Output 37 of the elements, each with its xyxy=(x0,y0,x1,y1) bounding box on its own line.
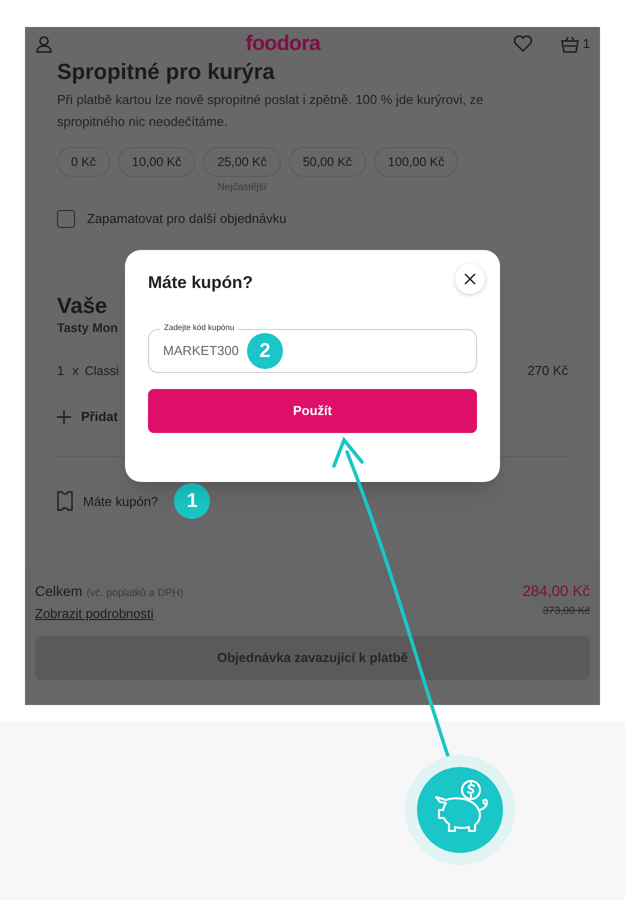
close-icon xyxy=(464,273,476,285)
piggy-bank-icon xyxy=(405,755,515,865)
dialog-title: Máte kupón? xyxy=(148,272,253,294)
remember-checkbox[interactable] xyxy=(57,210,75,228)
tip-option[interactable]: 100,00 Kč xyxy=(374,147,458,177)
close-button[interactable] xyxy=(455,264,485,294)
tip-option[interactable]: 50,00 Kč xyxy=(288,147,366,177)
tip-option[interactable]: 0 Kč xyxy=(57,147,110,177)
restaurant-name: Tasty Mon xyxy=(57,320,118,337)
coupon-code-value: MARKET300 xyxy=(163,342,239,360)
tip-description: Při platbě kartou lze nově spropitné poslat i zpětně. 100 % jde kurýrovi, ze spropitného nic neodečítáme. xyxy=(57,91,484,131)
user-icon[interactable] xyxy=(35,35,53,53)
add-items-link[interactable]: Přidat xyxy=(81,406,118,426)
coupon-link[interactable]: Máte kupón? xyxy=(83,492,158,511)
ticket-icon[interactable] xyxy=(57,491,73,512)
heart-icon[interactable] xyxy=(512,35,533,53)
remember-label: Zapamatovat pro další objednávku xyxy=(87,210,286,228)
apply-button[interactable]: Použít xyxy=(148,388,477,432)
total-price: 284,00 Kč xyxy=(522,582,590,602)
tip-option[interactable]: 10,00 Kč xyxy=(118,147,196,177)
original-price: 373,00 Kč xyxy=(542,604,590,619)
item-quantity: 1 xyxy=(57,362,64,380)
step-badge: 1 xyxy=(174,483,210,520)
item-name: Classi xyxy=(84,362,119,380)
item-price: 270 Kč xyxy=(528,362,568,380)
total-label: Celkem xyxy=(35,582,82,602)
details-link[interactable]: Zobrazit podrobnosti xyxy=(35,604,184,624)
logo[interactable]: foodora xyxy=(246,28,320,60)
basket-icon[interactable] xyxy=(560,35,579,53)
order-heading: Vaše xyxy=(57,292,108,318)
section-heading: Spropitné pro kurýra xyxy=(57,59,276,85)
step-badge: 2 xyxy=(246,332,283,368)
item-separator: x xyxy=(72,362,79,380)
field-label: Zadejte kód kupónu xyxy=(160,322,238,334)
plus-icon[interactable] xyxy=(57,410,71,424)
cart-count: 1 xyxy=(582,35,590,54)
tip-option[interactable]: 25,00 Kč xyxy=(203,147,281,177)
